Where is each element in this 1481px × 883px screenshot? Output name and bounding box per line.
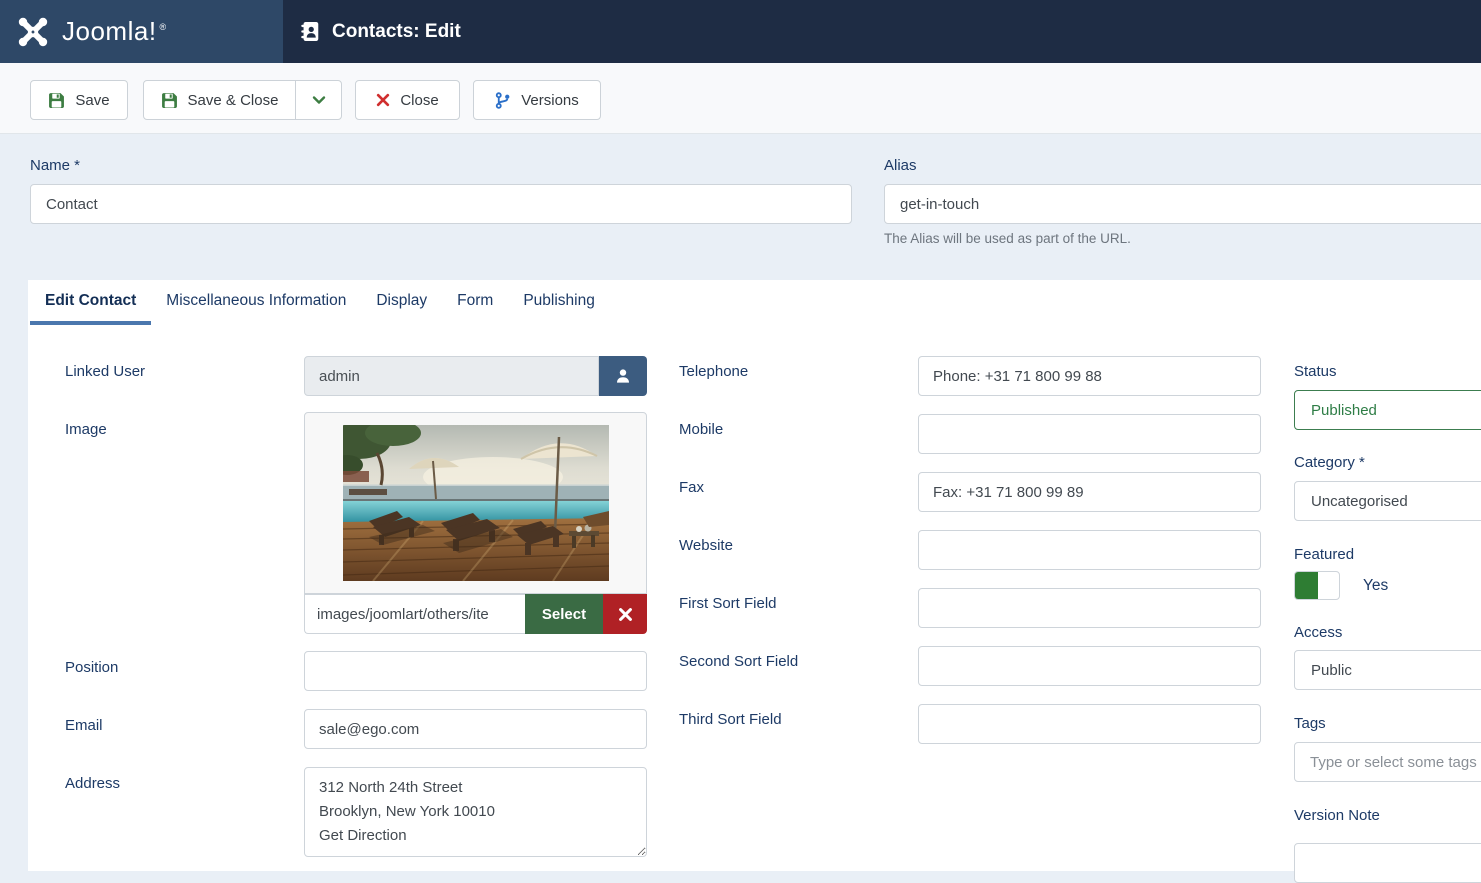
alias-help-text: The Alias will be used as part of the UR… <box>884 231 1131 246</box>
save-button[interactable]: Save <box>30 80 128 120</box>
x-icon <box>376 93 390 107</box>
tab-edit-contact[interactable]: Edit Contact <box>30 280 152 325</box>
close-button[interactable]: Close <box>355 80 460 120</box>
save-options-dropdown-button[interactable] <box>295 80 342 120</box>
access-select[interactable]: Public <box>1294 650 1481 690</box>
access-select-value: Public <box>1311 661 1352 679</box>
contact-image-preview <box>304 412 647 594</box>
floppy-icon <box>48 92 65 109</box>
x-icon <box>618 607 633 622</box>
image-select-button[interactable]: Select <box>525 594 603 634</box>
status-label: Status <box>1294 363 1337 380</box>
joomla-brand: Joomla! ® <box>0 0 283 63</box>
select-user-button[interactable] <box>599 356 647 396</box>
third-sort-field-label: Third Sort Field <box>679 711 782 728</box>
image-path-group: Select <box>304 594 647 634</box>
address-book-icon <box>300 21 321 42</box>
image-remove-button[interactable] <box>603 594 647 634</box>
brand-registered-mark: ® <box>159 21 167 32</box>
email-label: Email <box>65 717 103 734</box>
fax-input[interactable] <box>918 472 1261 512</box>
featured-toggle-on-segment <box>1295 572 1318 599</box>
first-sort-field-input[interactable] <box>918 588 1261 628</box>
tab-bar: Edit Contact Miscellaneous Information D… <box>30 280 610 325</box>
first-sort-field-label: First Sort Field <box>679 595 777 612</box>
version-note-label: Version Note <box>1294 807 1380 824</box>
second-sort-field-input[interactable] <box>918 646 1261 686</box>
image-path-input[interactable] <box>304 594 525 634</box>
edit-contact-panel <box>28 280 1481 871</box>
save-and-close-button-label: Save & Close <box>187 91 279 109</box>
chevron-down-icon <box>312 93 326 107</box>
website-label: Website <box>679 537 733 554</box>
versions-button[interactable]: Versions <box>473 80 601 120</box>
floppy-icon <box>161 92 178 109</box>
category-select-value: Uncategorised <box>1311 492 1408 510</box>
featured-toggle[interactable] <box>1294 571 1340 600</box>
name-label: Name * <box>30 157 81 174</box>
featured-state-label: Yes <box>1363 577 1389 594</box>
second-sort-field-label: Second Sort Field <box>679 653 799 670</box>
code-branch-icon <box>495 91 511 109</box>
position-input[interactable] <box>304 651 647 691</box>
category-label: Category * <box>1294 454 1365 471</box>
tab-publishing[interactable]: Publishing <box>508 280 610 325</box>
address-label: Address <box>65 775 121 792</box>
linked-user-label: Linked User <box>65 363 146 380</box>
alias-label: Alias <box>884 157 917 174</box>
featured-label: Featured <box>1294 546 1355 563</box>
mobile-label: Mobile <box>679 421 724 438</box>
website-input[interactable] <box>918 530 1261 570</box>
alias-input[interactable] <box>884 184 1481 224</box>
category-select[interactable]: Uncategorised <box>1294 481 1481 521</box>
telephone-label: Telephone <box>679 363 749 380</box>
status-select-value: Published <box>1311 401 1377 419</box>
save-and-close-button[interactable]: Save & Close <box>143 80 296 120</box>
page-title-text: Contacts: Edit <box>332 20 461 42</box>
tab-form[interactable]: Form <box>442 280 508 325</box>
joomla-logo-icon <box>15 14 51 50</box>
third-sort-field-input[interactable] <box>918 704 1261 744</box>
mobile-input[interactable] <box>918 414 1261 454</box>
brand-name: Joomla! <box>62 16 157 46</box>
linked-user-group <box>304 356 647 396</box>
name-input[interactable] <box>30 184 852 224</box>
beach-resort-photo <box>342 425 609 581</box>
action-toolbar: Save Save & Close Close Versions <box>0 63 1481 134</box>
address-textarea[interactable]: 312 North 24th Street Brooklyn, New York… <box>304 767 647 857</box>
page-title: Contacts: Edit <box>300 0 461 63</box>
email-input[interactable] <box>304 709 647 749</box>
image-label: Image <box>65 421 107 438</box>
tab-display[interactable]: Display <box>361 280 442 325</box>
tags-label: Tags <box>1294 715 1326 732</box>
version-note-input[interactable] <box>1294 843 1481 883</box>
tags-input[interactable] <box>1294 742 1481 782</box>
save-button-label: Save <box>75 91 110 109</box>
access-label: Access <box>1294 624 1343 641</box>
telephone-input[interactable] <box>918 356 1261 396</box>
position-label: Position <box>65 659 119 676</box>
user-icon <box>614 367 632 385</box>
top-header-bar: Joomla! ® Contacts: Edit <box>0 0 1481 63</box>
tab-miscellaneous-information[interactable]: Miscellaneous Information <box>151 280 361 325</box>
versions-button-label: Versions <box>521 91 579 109</box>
linked-user-input <box>304 356 599 396</box>
fax-label: Fax <box>679 479 705 496</box>
close-button-label: Close <box>400 91 439 109</box>
status-select[interactable]: Published <box>1294 390 1481 430</box>
